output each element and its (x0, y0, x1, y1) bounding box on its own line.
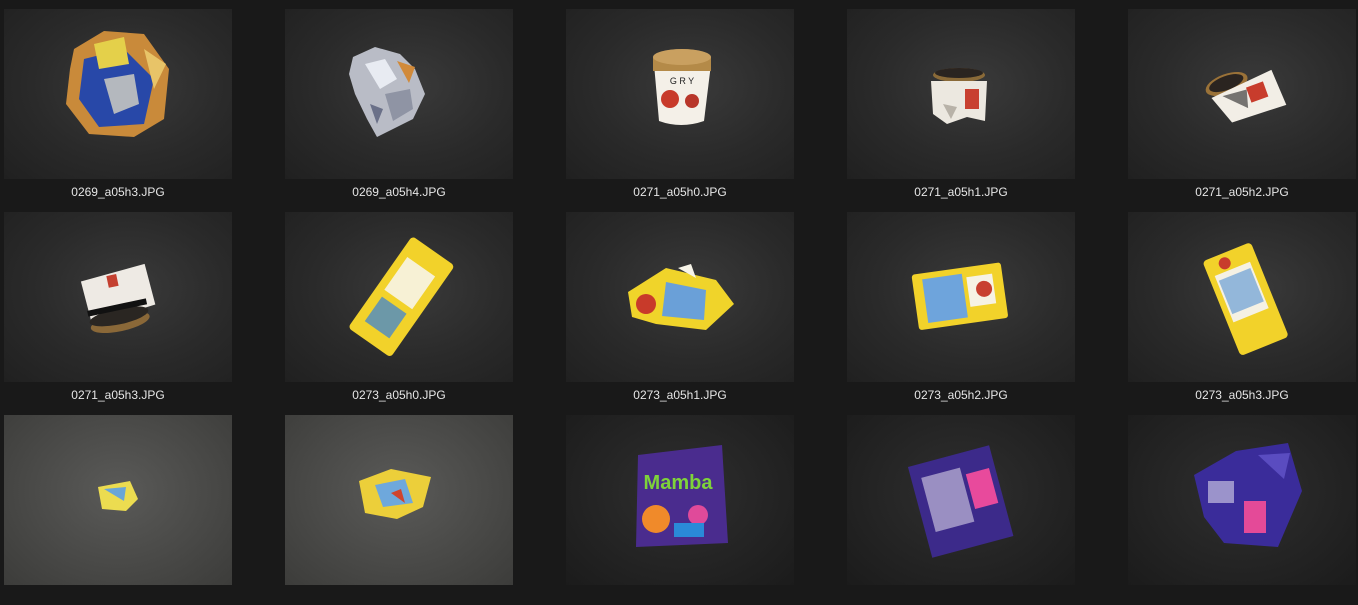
file-name: 0271_a05h2.JPG (1195, 185, 1289, 199)
file-tile[interactable]: G R Y 0271_a05h0.JPG (566, 9, 794, 199)
thumbnail-image (4, 415, 232, 585)
svg-text:G R Y: G R Y (670, 76, 694, 86)
thumbnail-image: G R Y (566, 9, 794, 179)
file-tile[interactable] (847, 415, 1075, 605)
file-tile[interactable]: 0273_a05h2.JPG (847, 212, 1075, 402)
file-name: 0269_a05h4.JPG (352, 185, 446, 199)
thumbnail-image (285, 9, 513, 179)
file-tile[interactable]: 0273_a05h0.JPG (285, 212, 513, 402)
file-name: 0273_a05h1.JPG (633, 388, 727, 402)
file-tile[interactable] (1128, 415, 1356, 605)
file-name: 0273_a05h3.JPG (1195, 388, 1289, 402)
file-tile[interactable]: Mamba (566, 415, 794, 605)
file-tile[interactable]: 0273_a05h3.JPG (1128, 212, 1356, 402)
file-tile[interactable] (4, 415, 232, 605)
thumbnail-image: Mamba (566, 415, 794, 585)
file-tile[interactable]: 0271_a05h1.JPG (847, 9, 1075, 199)
thumbnail-image (1128, 415, 1356, 585)
thumbnail-image (847, 9, 1075, 179)
file-tile[interactable]: 0269_a05h4.JPG (285, 9, 513, 199)
thumbnail-grid: 0269_a05h3.JPG 0269_a05h4.JPG G R Y 0271… (0, 0, 1358, 590)
file-tile[interactable]: 0269_a05h3.JPG (4, 9, 232, 199)
thumbnail-image (566, 212, 794, 382)
file-name: 0273_a05h2.JPG (914, 388, 1008, 402)
file-tile[interactable]: 0271_a05h3.JPG (4, 212, 232, 402)
thumbnail-image (1128, 9, 1356, 179)
thumbnail-image (285, 415, 513, 585)
file-name: 0269_a05h3.JPG (71, 185, 165, 199)
file-name: 0271_a05h1.JPG (914, 185, 1008, 199)
file-name: 0273_a05h0.JPG (352, 388, 446, 402)
thumbnail-image (847, 212, 1075, 382)
thumbnail-image (847, 415, 1075, 585)
thumbnail-image (1128, 212, 1356, 382)
file-tile[interactable]: 0271_a05h2.JPG (1128, 9, 1356, 199)
thumbnail-image (4, 212, 232, 382)
file-tile[interactable]: 0273_a05h1.JPG (566, 212, 794, 402)
file-tile[interactable] (285, 415, 513, 605)
thumbnail-image (4, 9, 232, 179)
thumbnail-image (285, 212, 513, 382)
file-name: 0271_a05h3.JPG (71, 388, 165, 402)
svg-text:Mamba: Mamba (644, 472, 714, 494)
file-name: 0271_a05h0.JPG (633, 185, 727, 199)
